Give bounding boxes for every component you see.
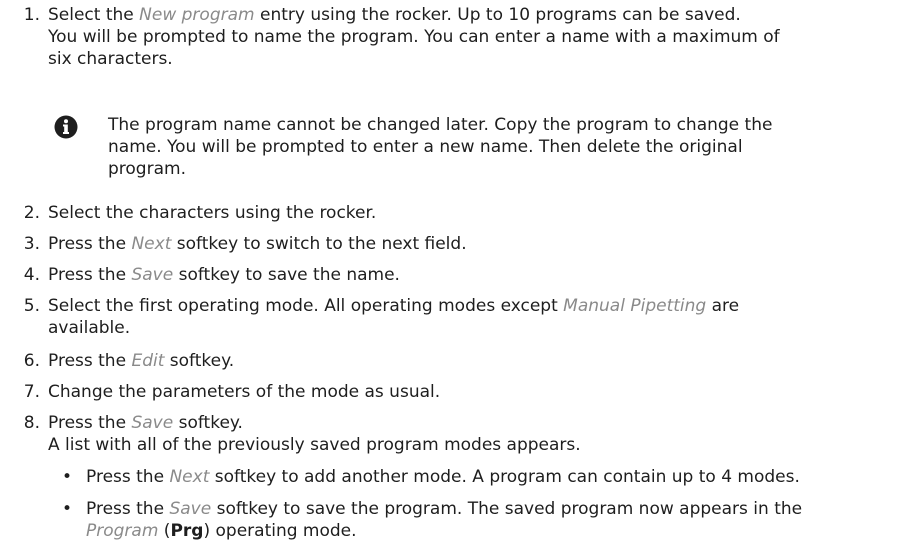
text-run: name. You will be prompted to enter a ne… [108,137,743,157]
text-run: ) operating mode. [203,521,357,541]
text-run: six characters. [48,49,173,69]
text-run: softkey to save the program. The saved p… [211,499,803,519]
text-line: Press the Save softkey. [48,412,905,434]
text-run: The program name cannot be changed later… [108,115,773,135]
text-run: Change the parameters of the mode as usu… [48,382,441,402]
step-text: Change the parameters of the mode as usu… [48,381,905,403]
ui-term: Edit [131,351,165,371]
text-run: softkey to save the name. [173,265,400,285]
text-run: Select the [48,5,140,25]
text-run: softkey to add another mode. A program c… [209,467,800,487]
text-line: You will be prompted to name the program… [48,26,905,48]
text-run: Press the [86,467,170,487]
text-run: entry using the rocker. Up to 10 program… [254,5,741,25]
instruction-document: 1. Select the New program entry using th… [0,0,915,546]
step-text: Select the characters using the rocker. [48,202,905,224]
text-run: softkey. [164,351,235,371]
bold-term: Prg [170,521,204,541]
ui-term: Next [169,467,210,487]
text-run: Press the [48,413,132,433]
step-number: 5. [23,296,40,316]
step-text: Press the Next softkey to switch to the … [48,233,905,255]
step-number: 8. [23,413,40,433]
text-line: Press the Edit softkey. [48,350,905,372]
text-line: The program name cannot be changed later… [108,114,772,136]
ui-term: Program [86,521,159,541]
text-line: Press the Save softkey to save the name. [48,264,905,286]
bullet-text: Press the Save softkey to save the progr… [86,498,802,542]
step-number: 7. [23,382,40,402]
text-run: softkey. [173,413,243,433]
step-number: 6. [23,351,40,371]
ui-term: Save [131,413,174,433]
bullet-text: Press the Next softkey to add another mo… [86,466,800,488]
text-line: available. [48,317,905,339]
ui-term: Save [169,499,212,519]
text-line: Select the New program entry using the r… [48,4,905,26]
text-line: Select the first operating mode. All ope… [48,295,905,317]
bullet-mark: • [61,467,73,487]
text-line: Program (Prg) operating mode. [86,520,802,542]
step-number: 3. [23,234,40,254]
text-line: program. [108,158,772,180]
step-number: 4. [23,265,40,285]
info-icon [54,115,78,139]
note-text: The program name cannot be changed later… [108,114,772,180]
step-number: 2. [23,203,40,223]
step-text: Select the New program entry using the r… [48,4,905,70]
step-text: Press the Edit softkey. [48,350,905,372]
text-run: Press the [48,351,132,371]
text-line: Press the Save softkey to save the progr… [86,498,802,520]
text-run: A list with all of the previously saved … [48,435,581,455]
text-run: Select the characters using the rocker. [48,203,377,223]
text-line: name. You will be prompted to enter a ne… [108,136,772,158]
text-line: six characters. [48,48,905,70]
text-line: Change the parameters of the mode as usu… [48,381,905,403]
text-run: softkey to switch to the next field. [171,234,467,254]
text-line: A list with all of the previously saved … [48,434,905,456]
step-text: Select the first operating mode. All ope… [48,295,905,339]
ui-term: New program [139,5,255,25]
text-run: available. [48,318,131,338]
text-run: Press the [86,499,170,519]
text-run: are [706,296,740,316]
text-run: Select the first operating mode. All ope… [48,296,564,316]
bullet-mark: • [61,499,73,519]
ui-term: Save [131,265,174,285]
text-line: Press the Next softkey to switch to the … [48,233,905,255]
step-text: Press the Save softkey. A list with all o… [48,412,905,456]
step-text: Press the Save softkey to save the name. [48,264,905,286]
ui-term: Next [131,234,172,254]
text-run: ( [158,521,171,541]
text-line: Press the Next softkey to add another mo… [86,466,800,488]
text-run: program. [108,159,186,179]
text-line: Select the characters using the rocker. [48,202,905,224]
step-number: 1. [23,5,40,25]
ui-term: Manual Pipetting [563,296,707,316]
text-run: Press the [48,234,132,254]
text-run: You will be prompted to name the program… [48,27,780,47]
text-run: Press the [48,265,132,285]
